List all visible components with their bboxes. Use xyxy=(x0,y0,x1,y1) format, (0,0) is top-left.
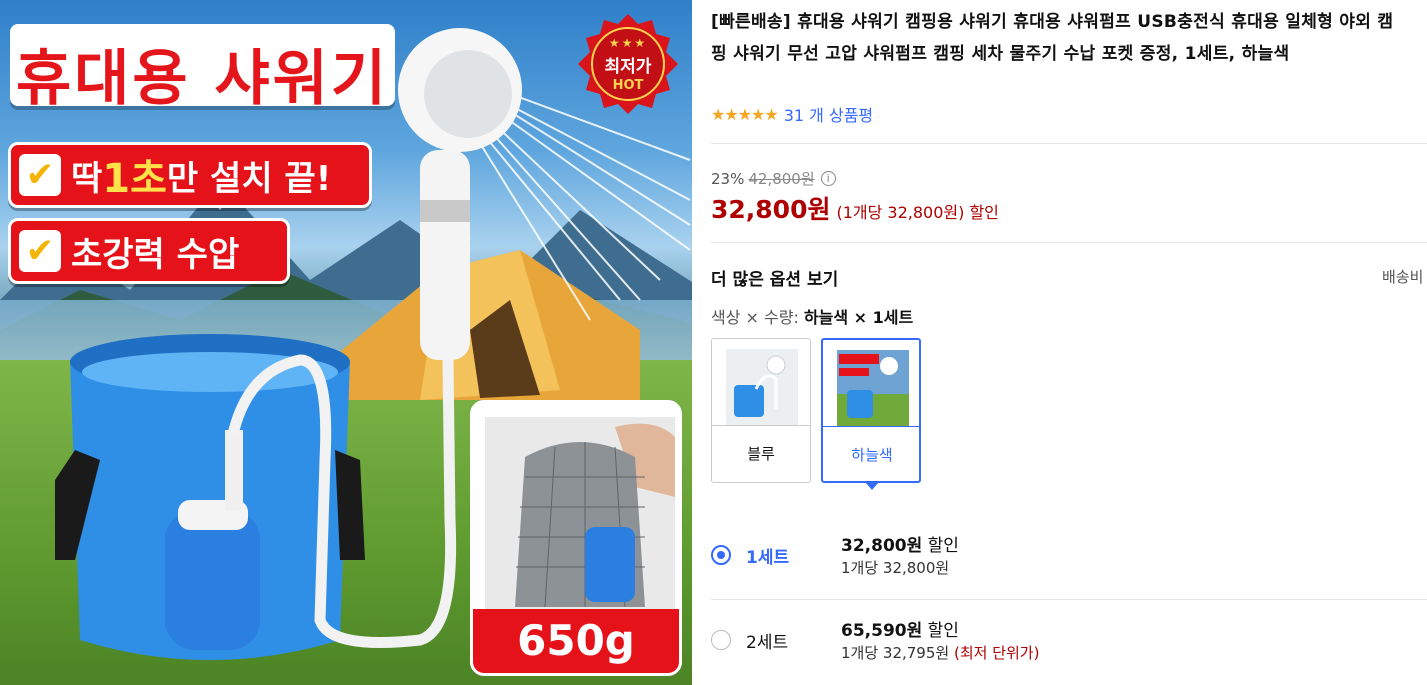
feature1-highlight: 1초 xyxy=(102,156,167,202)
checkmark-icon: ✔ xyxy=(19,230,61,272)
sale-price: 32,800원 xyxy=(711,195,831,224)
option-thumbnail xyxy=(837,350,909,426)
color-option-blue[interactable]: 블루 xyxy=(711,338,811,483)
quantity-price-suffix: 할인 xyxy=(927,621,959,641)
unit-price-note: (1개당 32,800원) 할인 xyxy=(836,203,999,222)
unit-price-text: 1개당 32,800원 xyxy=(841,559,950,577)
color-option-label: 블루 xyxy=(712,425,810,482)
product-main-image[interactable]: 휴대용 샤워기 ★★★ 최저가 HOT ✔ 딱 1초 만 설치 끝! ✔ 초강력… xyxy=(0,0,692,685)
quantity-unit-price: 1개당 32,800원 xyxy=(841,557,949,578)
hero-title: 휴대용 샤워기 xyxy=(15,44,390,114)
quantity-label: 1세트 xyxy=(746,548,790,568)
discount-rate: 23% xyxy=(711,169,745,188)
info-icon[interactable]: i xyxy=(820,171,836,186)
feature1-post: 만 설치 끝! xyxy=(166,158,332,199)
divider xyxy=(711,242,1427,243)
more-options-heading[interactable]: 더 많은 옵션 보기 xyxy=(711,265,838,290)
carry-bag-panel: 650g xyxy=(470,400,682,676)
feature2-text: 초강력 수압 xyxy=(71,234,240,275)
product-info-panel: [빠른배송] 휴대용 샤워기 캠핑용 샤워기 휴대용 샤워펌프 USB충전식 휴… xyxy=(711,0,1427,685)
lowest-price-badge: ★★★ 최저가 HOT xyxy=(578,14,678,114)
quantity-unit-price: 1개당 32,795원 (최저 단위가) xyxy=(841,642,1039,663)
feature1-pre: 딱 xyxy=(71,158,103,199)
badge-stars: ★★★ xyxy=(608,36,648,50)
checkmark-icon: ✔ xyxy=(19,154,61,196)
hero-title-banner: 휴대용 샤워기 xyxy=(10,24,395,114)
selection-label: 색상 × 수량: xyxy=(711,308,799,327)
quantity-price-suffix: 할인 xyxy=(927,536,959,556)
product-title: [빠른배송] 휴대용 샤워기 캠핑용 샤워기 휴대용 샤워펌프 USB충전식 휴… xyxy=(711,12,1394,64)
divider xyxy=(711,143,1427,144)
sky-thumbnail-image xyxy=(837,350,909,426)
lowest-unit-price-tag: (최저 단위가) xyxy=(953,644,1040,662)
color-option-label: 하늘색 xyxy=(823,426,921,483)
divider xyxy=(711,599,1427,600)
quantity-price-value: 32,800원 xyxy=(841,536,923,556)
shipping-fee-label: 배송비 xyxy=(1382,268,1424,286)
rating-row: ★★★★★ 31 개 상품평 xyxy=(711,102,873,126)
sale-price-row: 32,800원 (1개당 32,800원) 할인 xyxy=(711,190,999,226)
unit-price-text: 1개당 32,795원 xyxy=(841,644,950,662)
selected-option-line: 색상 × 수량: 하늘색 × 1세트 xyxy=(711,304,913,328)
feature-quick-install: ✔ 딱 1초 만 설치 끝! xyxy=(8,142,372,208)
radio-unselected[interactable] xyxy=(711,630,731,650)
mesh-bag-illustration xyxy=(485,417,675,617)
blue-thumbnail-image xyxy=(726,349,798,425)
discount-row: 23% 42,800원 i xyxy=(711,168,836,189)
quantity-option-2set[interactable]: 2세트 65,590원 할인 1개당 32,795원 (최저 단위가) xyxy=(711,608,1427,678)
badge-sub-text: HOT xyxy=(612,78,644,93)
rating-stars-icon: ★★★★★ xyxy=(711,104,779,124)
feature-strong-pressure: ✔ 초강력 수압 xyxy=(8,218,290,284)
badge-main-text: 최저가 xyxy=(604,57,652,77)
selected-caret-icon xyxy=(866,483,878,490)
review-count-link[interactable]: 31 개 상품평 xyxy=(784,102,873,126)
color-option-sky[interactable]: 하늘색 xyxy=(821,338,921,490)
quantity-option-1set[interactable]: 1세트 32,800원 할인 1개당 32,800원 xyxy=(711,523,1427,593)
weight-label: 650g xyxy=(473,609,679,673)
selection-value: 하늘색 × 1세트 xyxy=(803,308,914,327)
original-price: 42,800원 xyxy=(748,170,815,188)
quantity-price: 65,590원 할인 xyxy=(841,616,959,641)
quantity-label: 2세트 xyxy=(746,633,789,653)
option-thumbnail xyxy=(726,349,798,425)
radio-selected[interactable] xyxy=(711,545,731,565)
quantity-price-value: 65,590원 xyxy=(841,621,923,641)
quantity-price: 32,800원 할인 xyxy=(841,531,959,556)
